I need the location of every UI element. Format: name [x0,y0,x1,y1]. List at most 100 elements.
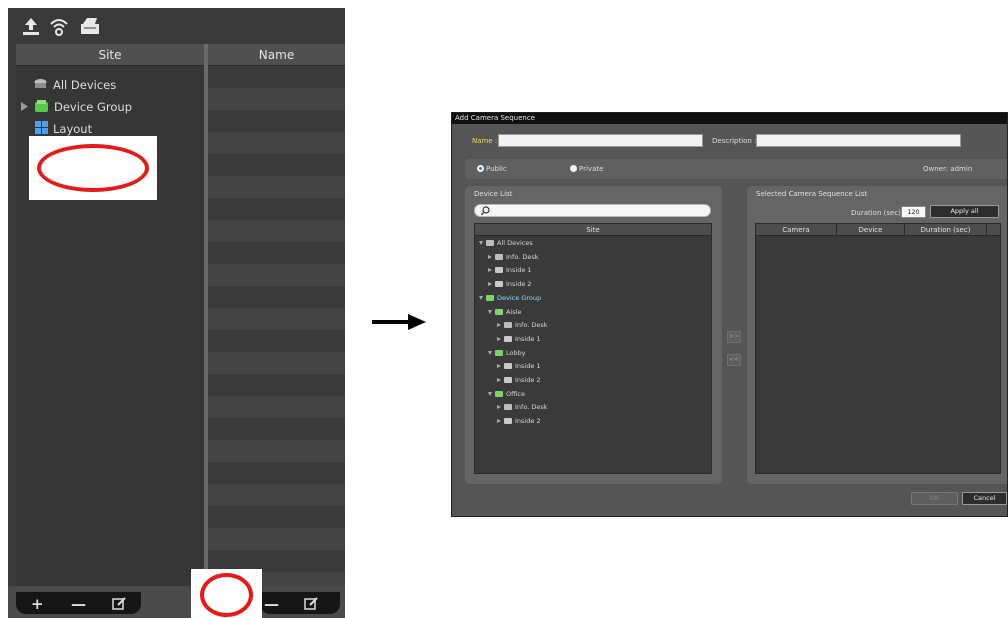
duration-label: Duration (sec) : [851,209,906,217]
device-list-title: Device List [474,190,513,198]
name-column-header[interactable]: Name [208,44,345,66]
site-footer-buttons: + — [16,592,141,614]
list-row[interactable] [208,418,345,440]
device-tree-item[interactable]: Device Group [479,293,541,303]
tree-item-label: Info. Desk [515,321,548,329]
private-label[interactable]: Private [579,165,603,173]
list-row[interactable] [208,88,345,110]
visibility-bar: Public Private Owner: admin [465,159,1007,179]
expand-arrow-icon[interactable] [497,378,501,382]
edit-icon[interactable] [304,596,318,614]
list-row[interactable] [208,462,345,484]
expand-arrow-icon[interactable] [497,337,501,341]
red-ellipse-mark [37,144,149,192]
dialog-title: Add Camera Sequence [452,113,1007,124]
camera-column-header[interactable]: Camera [756,224,836,236]
remove-icon[interactable]: — [71,595,86,613]
apply-all-button[interactable]: Apply all [930,205,999,218]
tree-item-device-group[interactable]: Device Group [21,96,132,118]
edit-icon[interactable] [112,596,126,614]
device-tree-item[interactable]: Inside 2 [488,279,532,289]
expand-arrow-icon[interactable] [21,100,29,114]
list-row[interactable] [208,132,345,154]
expand-arrow-icon[interactable] [497,364,501,368]
device-group-icon [495,350,503,356]
collapse-arrow-icon[interactable] [479,241,483,245]
expand-arrow-icon[interactable] [497,405,501,409]
wifi-icon[interactable] [48,15,70,37]
expand-arrow-icon[interactable] [497,419,501,423]
remove-icon[interactable]: — [264,595,279,613]
site-panel: Site Name All Devices Device Group Layou… [8,8,345,618]
list-row[interactable] [208,374,345,396]
collapse-arrow-icon[interactable] [488,310,492,314]
expand-arrow-icon[interactable] [488,268,492,272]
list-row[interactable] [208,242,345,264]
device-tree-item[interactable]: Lobby [488,348,526,358]
device-list-group: Device List Site All Devices Info. Desk … [465,186,722,484]
list-row[interactable] [208,528,345,550]
list-row[interactable] [208,110,345,132]
device-tree-item[interactable]: Inside 1 [497,334,541,344]
cancel-button[interactable]: Cancel [962,492,1007,505]
list-row[interactable] [208,484,345,506]
list-row[interactable] [208,264,345,286]
collapse-arrow-icon[interactable] [479,296,483,300]
tree-item-label: Lobby [506,349,526,357]
right-arrow-icon [372,312,426,332]
list-row[interactable] [208,506,345,528]
public-label[interactable]: Public [486,165,507,173]
folder-icon[interactable] [79,15,101,37]
list-row[interactable] [208,440,345,462]
device-tree-item[interactable]: Inside 2 [497,375,541,385]
device-tree-item[interactable]: Info. Desk [497,320,547,330]
tree-item-label: All Devices [53,78,117,92]
list-row[interactable] [208,330,345,352]
device-tree-item[interactable]: Aisle [488,307,521,317]
ok-button[interactable]: OK [911,492,958,505]
tree-item-all-devices[interactable]: All Devices [33,74,116,96]
device-tree-item[interactable]: Inside 1 [497,361,541,371]
collapse-arrow-icon[interactable] [488,351,492,355]
dome-camera-icon [504,336,512,342]
site-toolbar [8,8,345,44]
device-tree-item[interactable]: Inside 2 [497,416,541,426]
name-field[interactable] [498,134,703,147]
private-radio[interactable] [570,165,577,172]
list-row[interactable] [208,154,345,176]
list-row[interactable] [208,286,345,308]
site-column-header[interactable]: Site [16,44,204,66]
device-tree-item[interactable]: All Devices [479,238,533,248]
description-field[interactable] [756,134,961,147]
expand-arrow-icon[interactable] [488,282,492,286]
recorder-icon [504,377,512,383]
expand-arrow-icon[interactable] [488,255,492,259]
duration-input[interactable]: 120 [901,206,926,218]
list-row[interactable] [208,308,345,330]
site-column-header[interactable]: Site [475,224,711,236]
public-radio[interactable] [477,165,484,172]
remove-from-sequence-button[interactable]: << [727,354,741,366]
list-row[interactable] [208,66,345,88]
device-column-header[interactable]: Device [837,224,904,236]
list-row[interactable] [208,220,345,242]
dome-camera-icon [504,363,512,369]
expand-arrow-icon[interactable] [497,323,501,327]
add-to-sequence-button[interactable]: >> [727,331,741,343]
duration-column-header[interactable]: Duration (sec) [905,224,986,236]
list-row[interactable] [208,176,345,198]
tree-item-label: Inside 1 [515,335,541,343]
list-row[interactable] [208,396,345,418]
collapse-arrow-icon[interactable] [488,392,492,396]
device-tree-item[interactable]: Info. Desk [488,252,538,262]
list-row[interactable] [208,352,345,374]
highlight-callout [191,569,262,618]
list-row[interactable] [208,198,345,220]
upload-icon[interactable] [20,15,42,37]
search-input[interactable] [474,204,711,217]
device-tree-item[interactable]: Office [488,389,525,399]
add-icon[interactable]: + [31,595,44,613]
device-tree-item[interactable]: Inside 1 [488,265,532,275]
device-tree-item[interactable]: Info. Desk [497,402,547,412]
tree-item-label: Inside 1 [515,362,541,370]
